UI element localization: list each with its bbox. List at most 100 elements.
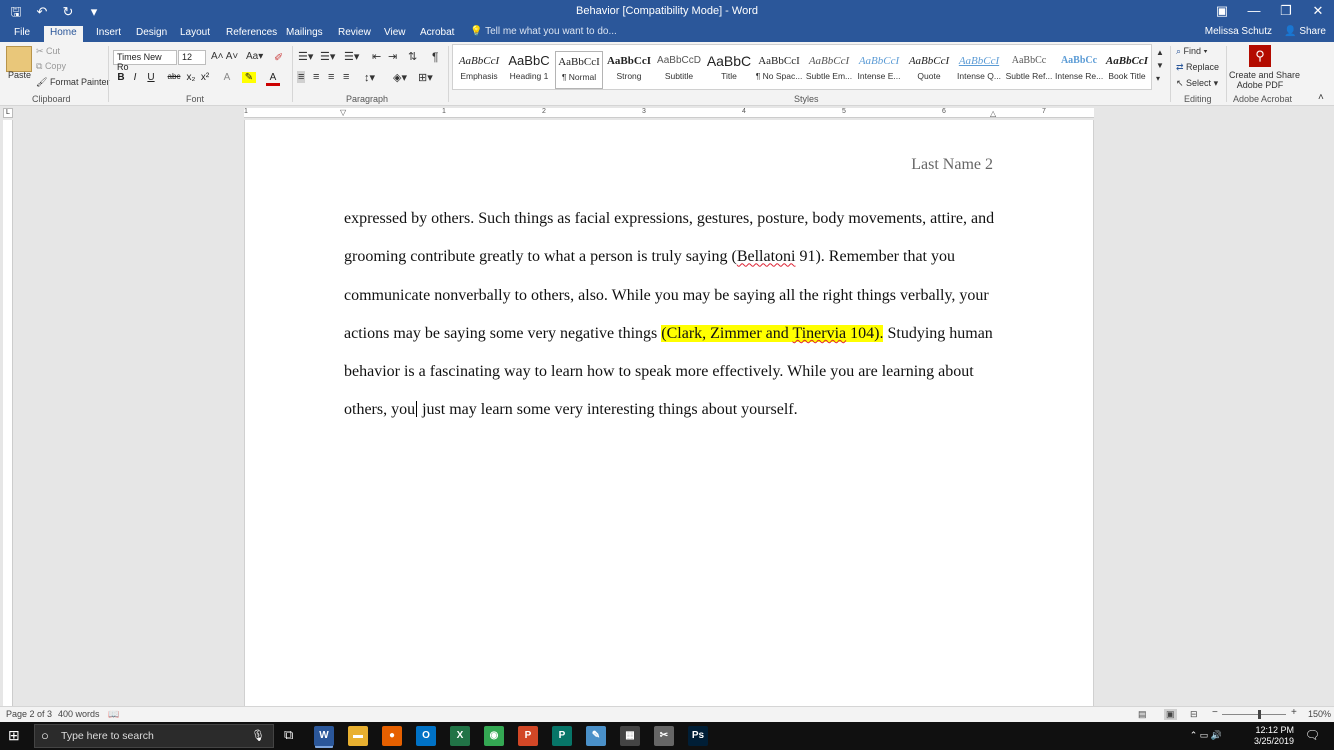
tray-icons[interactable]: ⌃ ▭ 🔊 xyxy=(1190,730,1222,741)
close-button[interactable]: ✕ xyxy=(1302,0,1334,24)
bullets-icon[interactable]: ☰▾ xyxy=(298,50,313,63)
replace-button[interactable]: ⇄ Replace xyxy=(1176,62,1219,73)
tab-view[interactable]: View xyxy=(378,26,412,42)
print-layout-icon[interactable]: ▣ xyxy=(1164,709,1177,720)
zoom-level[interactable]: 150% xyxy=(1308,709,1331,719)
word-count[interactable]: 400 words xyxy=(58,709,100,719)
style-quote[interactable]: AaBbCcI Quote xyxy=(905,51,953,89)
decrease-indent-icon[interactable]: ⇤ xyxy=(372,50,381,63)
zoom-slider[interactable] xyxy=(1222,714,1286,715)
cut-button[interactable]: ✂ Cut xyxy=(36,46,60,57)
style-subtle-emphasis[interactable]: AaBbCcI Subtle Em... xyxy=(805,51,853,89)
web-layout-icon[interactable]: ⊟ xyxy=(1190,709,1198,720)
select-button[interactable]: ↖ Select ▾ xyxy=(1176,78,1218,89)
strikethrough-button[interactable]: abc xyxy=(166,72,182,81)
style-heading-1[interactable]: AaBbC Heading 1 xyxy=(505,51,553,89)
tab-review[interactable]: Review xyxy=(332,26,377,42)
sort-icon[interactable]: ⇅ xyxy=(408,50,417,63)
style-strong[interactable]: AaBbCcI Strong xyxy=(605,51,653,89)
right-indent-marker[interactable]: △ xyxy=(990,109,996,118)
tab-home[interactable]: Home xyxy=(44,26,83,42)
proofing-icon[interactable]: 📖 xyxy=(108,709,119,720)
action-center-icon[interactable]: 🗨 xyxy=(1305,728,1320,742)
paste-button[interactable]: Paste xyxy=(8,70,31,80)
windows-start-icon[interactable]: ⊞ xyxy=(8,727,20,744)
show-formatting-icon[interactable]: ¶ xyxy=(432,50,438,64)
numbering-icon[interactable]: ☰▾ xyxy=(320,50,335,63)
photoshop-icon[interactable]: Ps xyxy=(688,726,708,746)
increase-indent-icon[interactable]: ⇥ xyxy=(388,50,397,63)
misspelled-word[interactable]: Tinervia xyxy=(793,325,847,342)
share-button[interactable]: 👤 Share xyxy=(1284,26,1326,37)
document-body[interactable]: expressed by others. Such things as faci… xyxy=(344,200,999,430)
justify-icon[interactable]: ≡ xyxy=(343,71,349,83)
powerpoint-icon[interactable]: P xyxy=(518,726,538,746)
minimize-button[interactable]: — xyxy=(1238,0,1270,24)
task-view-icon[interactable]: ⧉ xyxy=(284,727,293,743)
outlook-icon[interactable]: O xyxy=(416,726,436,746)
style-subtitle[interactable]: AaBbCcD Subtitle xyxy=(655,51,703,89)
page-count[interactable]: Page 2 of 3 xyxy=(6,709,52,719)
firefox-icon[interactable]: ● xyxy=(382,726,402,746)
tab-mailings[interactable]: Mailings xyxy=(280,26,329,42)
change-case-button[interactable]: Aa▾ xyxy=(246,51,263,62)
tab-layout[interactable]: Layout xyxy=(174,26,216,42)
format-painter-button[interactable]: 🖌 Format Painter xyxy=(36,77,109,88)
font-family-select[interactable]: Times New Ro xyxy=(113,50,177,72)
style-no-spacing[interactable]: AaBbCcI ¶ No Spac... xyxy=(755,51,803,89)
publisher-icon[interactable]: P xyxy=(552,726,572,746)
snip-icon[interactable]: ✂ xyxy=(654,726,674,746)
font-size-select[interactable]: 12 xyxy=(178,50,206,65)
style-book-title[interactable]: AaBbCcI Book Title xyxy=(1103,51,1151,89)
read-mode-icon[interactable]: ▤ xyxy=(1138,709,1147,720)
multilevel-list-icon[interactable]: ☰▾ xyxy=(344,50,359,63)
first-line-indent-marker[interactable]: ▽ xyxy=(340,108,346,117)
tab-insert[interactable]: Insert xyxy=(90,26,127,42)
align-right-icon[interactable]: ≡ xyxy=(328,71,334,83)
user-name[interactable]: Melissa Schutz xyxy=(1205,26,1272,37)
style-title[interactable]: AaBbC Title xyxy=(705,51,753,89)
italic-button[interactable]: I xyxy=(128,72,142,83)
zoom-slider-thumb[interactable] xyxy=(1258,710,1261,719)
zoom-out-button[interactable]: − xyxy=(1212,707,1218,718)
restore-button[interactable]: ❐ xyxy=(1270,0,1302,24)
calculator-icon[interactable]: ▦ xyxy=(620,726,640,746)
line-spacing-icon[interactable]: ↕▾ xyxy=(364,71,375,84)
excel-icon[interactable]: X xyxy=(450,726,470,746)
styles-scroll-buttons[interactable]: ▲ ▼ ▾ xyxy=(1156,46,1164,85)
font-color-icon[interactable]: A xyxy=(266,72,280,86)
copy-button[interactable]: ⧉ Copy xyxy=(36,61,66,72)
tab-selector-icon[interactable]: L xyxy=(3,108,13,118)
misspelled-word[interactable]: Bellatoni xyxy=(737,248,796,265)
ribbon-display-options-icon[interactable]: ▣ xyxy=(1206,0,1238,24)
style-subtle-reference[interactable]: AaBbCc Subtle Ref... xyxy=(1005,51,1053,89)
paste-icon[interactable] xyxy=(6,46,32,72)
style-intense-emphasis[interactable]: AaBbCcI Intense E... xyxy=(855,51,903,89)
style-normal[interactable]: AaBbCcI ¶ Normal xyxy=(555,51,603,89)
taskbar-search-box[interactable]: ○ Type here to search 🎙 xyxy=(34,724,274,748)
tell-me-search[interactable]: 💡 Tell me what you want to do... xyxy=(470,26,617,37)
tab-design[interactable]: Design xyxy=(130,26,173,42)
style-intense-reference[interactable]: AaBbCc Intense Re... xyxy=(1055,51,1103,89)
align-left-icon[interactable]: ≡ xyxy=(297,71,306,83)
chrome-icon[interactable]: ◉ xyxy=(484,726,504,746)
shading-icon[interactable]: ◈▾ xyxy=(393,71,407,84)
horizontal-ruler[interactable]: 1 1 2 3 4 5 6 7 ▽ △ xyxy=(244,108,1094,118)
text-effects-icon[interactable]: A xyxy=(220,72,234,83)
style-emphasis[interactable]: AaBbCcI Emphasis xyxy=(455,51,503,89)
vertical-ruler[interactable] xyxy=(3,120,13,706)
style-intense-quote[interactable]: AaBbCcI Intense Q... xyxy=(955,51,1003,89)
grow-shrink-font-buttons[interactable]: A˄ A˅ xyxy=(211,51,238,62)
file-explorer-icon[interactable]: ▬ xyxy=(348,726,368,746)
create-share-pdf-button[interactable]: Create and Share Adobe PDF xyxy=(1229,70,1300,90)
subscript-button[interactable]: x₂ xyxy=(184,72,198,83)
clear-formatting-icon[interactable]: ✐ xyxy=(274,51,283,64)
microphone-icon[interactable]: 🎙 xyxy=(251,729,265,742)
highlight-color-icon[interactable]: ✎ xyxy=(242,72,256,83)
collapse-ribbon-icon[interactable]: ˄ xyxy=(1318,92,1324,103)
adobe-pdf-icon[interactable]: ⚲ xyxy=(1249,45,1271,67)
underline-button[interactable]: U xyxy=(144,72,158,83)
superscript-button[interactable]: x² xyxy=(198,72,212,83)
find-button[interactable]: ⌕ Find ▾ xyxy=(1176,46,1207,57)
system-clock[interactable]: 12:12 PM 3/25/2019 xyxy=(1254,725,1294,747)
